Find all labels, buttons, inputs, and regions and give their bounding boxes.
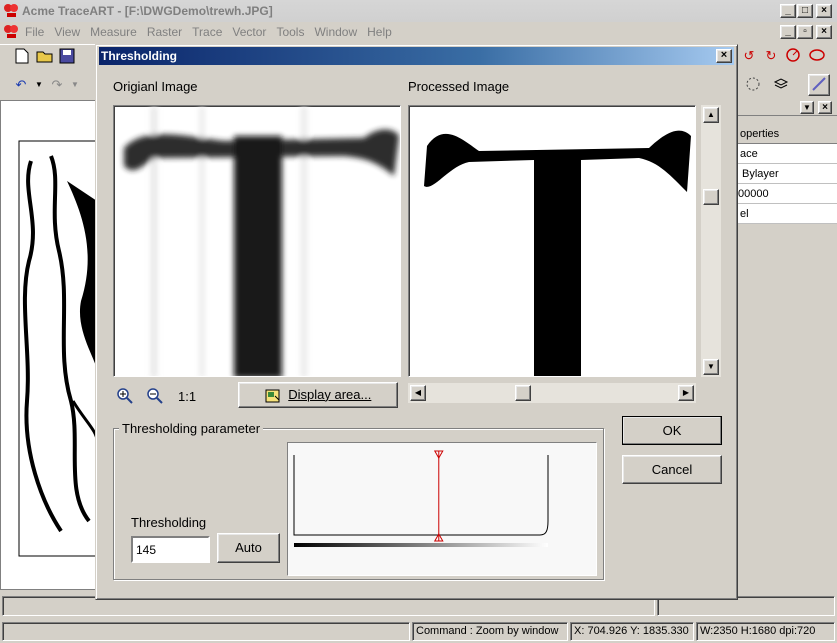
scroll-right-button[interactable]: ▶ (678, 385, 694, 401)
properties-panel: ▼ × operties ace Bylayer 00000 el (738, 98, 837, 596)
threshold-label: Thresholding (131, 515, 207, 530)
line-tool-icon[interactable] (808, 74, 830, 96)
close-window-button[interactable]: × (816, 4, 832, 18)
original-image-view[interactable] (113, 105, 401, 377)
thresholding-dialog: Thresholding × Origianl Image Processed … (95, 44, 738, 600)
processed-image-view[interactable] (408, 105, 696, 377)
layer-toolbar (738, 72, 837, 98)
doc-logo-icon (3, 24, 19, 40)
panel-row[interactable]: Bylayer (738, 164, 837, 184)
auto-button[interactable]: Auto (217, 533, 280, 563)
menu-measure[interactable]: Measure (85, 22, 142, 42)
status-bar: Command : Zoom by window X: 704.926 Y: 1… (0, 620, 837, 643)
histogram-panel[interactable] (287, 442, 597, 576)
app-logo-icon (3, 3, 19, 19)
drawing-canvas[interactable] (0, 100, 97, 590)
menu-window[interactable]: Window (309, 22, 362, 42)
scroll-down-button[interactable]: ▼ (703, 359, 719, 375)
vertical-scrollbar[interactable]: ▲ ▼ (701, 105, 721, 377)
threshold-marker (433, 450, 444, 542)
layers-icon[interactable] (772, 76, 790, 94)
undo-dropdown-icon[interactable]: ▼ (30, 76, 48, 94)
processed-image (424, 130, 691, 376)
new-file-icon[interactable] (13, 48, 31, 66)
dialog-close-button[interactable]: × (716, 49, 732, 63)
doc-close-button[interactable]: × (816, 25, 832, 39)
threshold-input[interactable] (131, 536, 210, 563)
scroll-up-button[interactable]: ▲ (703, 107, 719, 123)
hatch-icon[interactable] (744, 76, 762, 94)
standard-toolbar (0, 44, 96, 70)
horizontal-scroll-thumb[interactable] (515, 385, 532, 401)
doc-restore-button[interactable]: ▫ (797, 25, 813, 39)
redo-dropdown-icon[interactable]: ▼ (66, 76, 84, 94)
circle-icon[interactable] (784, 47, 802, 65)
panel-row[interactable]: el (738, 204, 837, 224)
arc-reverse-icon[interactable]: ↻ (762, 47, 780, 65)
menu-raster[interactable]: Raster (142, 22, 187, 42)
status-message (2, 622, 410, 641)
display-area-icon (265, 388, 281, 404)
threshold-parameter-title: Thresholding parameter (119, 421, 264, 436)
display-area-label: Display area... (288, 387, 372, 402)
zoom-out-icon[interactable] (146, 387, 164, 405)
menu-file[interactable]: File (20, 22, 49, 42)
menu-trace[interactable]: Trace (187, 22, 227, 42)
panel-row-header: operties (738, 124, 837, 144)
draw-toolbar: ↺ ↻ (738, 44, 837, 70)
ok-button[interactable]: OK (622, 416, 722, 445)
histogram (293, 450, 549, 547)
panel-row[interactable]: ace (738, 144, 837, 164)
doc-minimize-button[interactable]: _ (780, 25, 796, 39)
arc-icon[interactable]: ↺ (740, 47, 758, 65)
undo-icon[interactable]: ↶ (12, 76, 30, 94)
panel-pin-button[interactable]: ▼ (800, 101, 814, 114)
window-title: Acme TraceART - [F:\DWGDemo\trewh.JPG] (22, 4, 273, 18)
edit-toolbar: ↶ ▼ ↷ ▼ (0, 72, 96, 98)
zoom-in-icon[interactable] (116, 387, 134, 405)
status-command: Command : Zoom by window (412, 622, 568, 641)
grayscale-bar (294, 543, 548, 547)
open-file-icon[interactable] (36, 48, 54, 66)
status-image-info: W:2350 H:1680 dpi:720 (696, 622, 835, 641)
vertical-scroll-thumb[interactable] (703, 189, 719, 206)
display-area-button[interactable]: Display area... (238, 382, 398, 408)
canvas-drawing (18, 140, 97, 557)
zoom-ratio-button[interactable]: 1:1 (178, 389, 196, 404)
original-image (124, 106, 399, 376)
dialog-title: Thresholding (101, 49, 177, 63)
processed-image-label: Processed Image (408, 79, 510, 94)
minimize-button[interactable]: _ (780, 4, 796, 18)
menu-view[interactable]: View (49, 22, 85, 42)
panel-row[interactable]: 00000 (738, 184, 837, 204)
panel-close-button[interactable]: × (818, 101, 832, 114)
main-title-bar: Acme TraceART - [F:\DWGDemo\trewh.JPG] _… (0, 0, 837, 22)
redo-icon[interactable]: ↷ (48, 76, 66, 94)
horizontal-scrollbar[interactable]: ◀ ▶ (408, 383, 696, 403)
ellipse-icon[interactable] (808, 47, 826, 65)
original-image-label: Origianl Image (113, 79, 198, 94)
menu-bar: File View Measure Raster Trace Vector Tools Win… (0, 22, 837, 42)
menu-help[interactable]: Help (362, 22, 397, 42)
save-icon[interactable] (58, 48, 76, 66)
maximize-button[interactable]: □ (797, 4, 813, 18)
dialog-title-bar: Thresholding × (99, 47, 734, 65)
histogram-curve (293, 455, 549, 536)
menu-vector[interactable]: Vector (227, 22, 271, 42)
panel-header: ▼ × (738, 100, 837, 116)
status-coordinates: X: 704.926 Y: 1835.330 (570, 622, 694, 641)
menu-tools[interactable]: Tools (271, 22, 309, 42)
scroll-left-button[interactable]: ◀ (410, 385, 426, 401)
cancel-button[interactable]: Cancel (622, 455, 722, 484)
